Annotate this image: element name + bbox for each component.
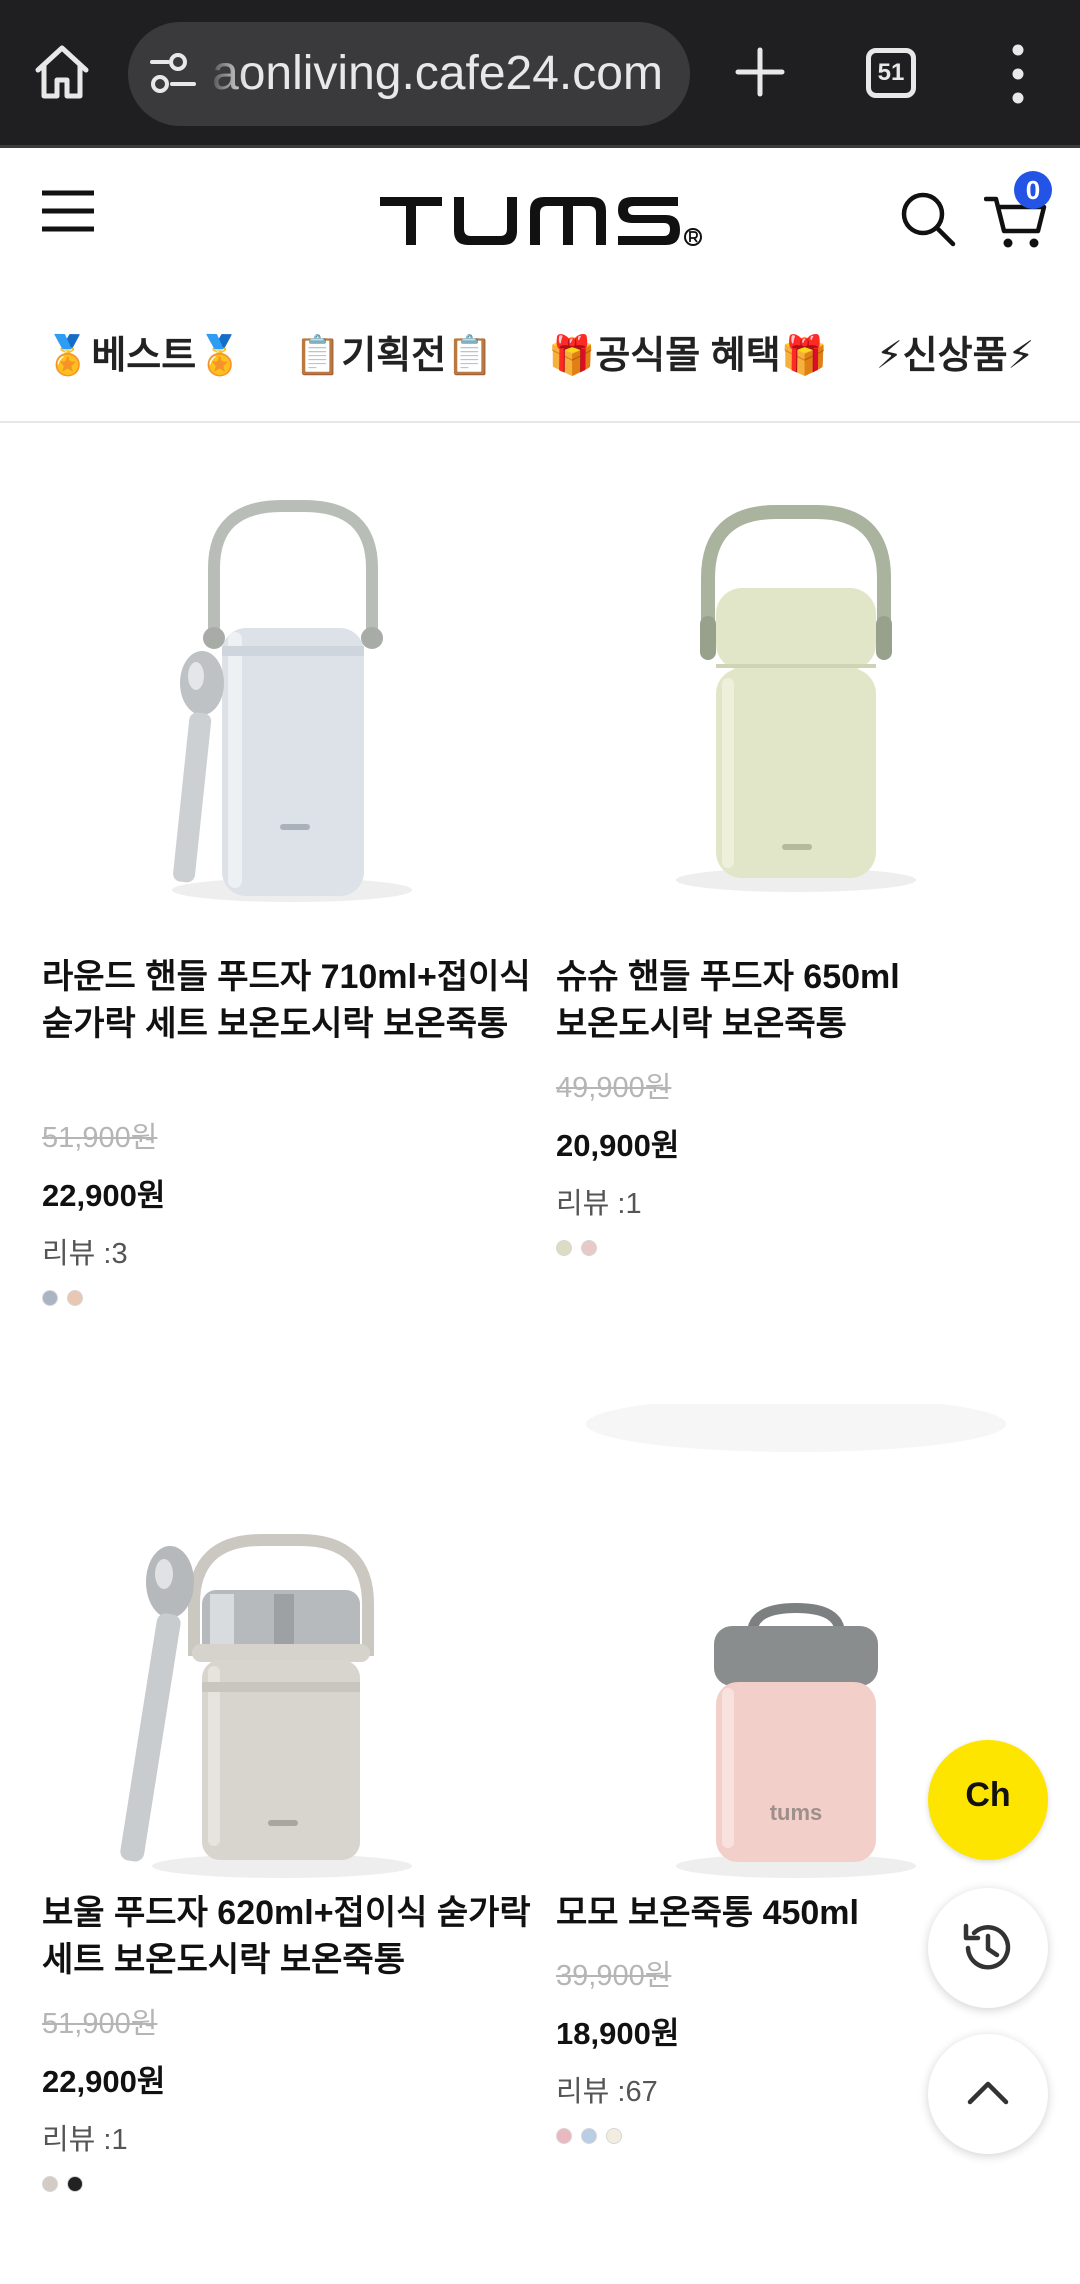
original-price: 51,900원 xyxy=(42,2008,158,2040)
color-swatch xyxy=(581,2128,597,2144)
url-text[interactable]: aonliving.cafe24.com xyxy=(212,46,672,102)
product-name[interactable]: 슈슈 핸들 푸드자 650ml 보온도시락 보온죽통 xyxy=(556,954,1046,1048)
review-count: 리뷰 :1 xyxy=(556,1188,642,1220)
scroll-to-top-button[interactable] xyxy=(928,2034,1048,2154)
tums-logo[interactable] xyxy=(378,191,704,251)
hamburger-menu-icon[interactable] xyxy=(40,189,96,233)
color-swatch xyxy=(67,1290,83,1306)
color-swatch xyxy=(42,1290,58,1306)
color-swatch xyxy=(581,1240,597,1256)
browser-toolbar: aonliving.cafe24.com 51 xyxy=(0,0,1080,148)
original-price: 51,900원 xyxy=(42,1122,158,1154)
product-card[interactable]: 보울 푸드자 620ml+접이식 숟가락 세트 보온도시락 보온죽통 51,90… xyxy=(42,1404,542,2264)
original-price: 39,900원 xyxy=(556,1960,672,1992)
product-image[interactable] xyxy=(42,468,542,948)
new-tab-icon[interactable] xyxy=(730,42,790,102)
review-count: 리뷰 :3 xyxy=(42,1238,128,1270)
category-nav: 🏅베스트🏅 📋기획전📋 🎁공식몰 혜택🎁 ⚡신상품⚡ xyxy=(0,285,1080,423)
product-image[interactable] xyxy=(556,468,1056,948)
color-swatch xyxy=(556,1240,572,1256)
sale-price: 22,900원 xyxy=(42,2064,166,2099)
color-swatch xyxy=(606,2128,622,2144)
product-card[interactable]: 라운드 핸들 푸드자 710ml+접이식 숟가락 세트 보온도시락 보온죽통 5… xyxy=(42,468,542,1328)
product-name[interactable]: 보울 푸드자 620ml+접이식 숟가락 세트 보온도시락 보온죽통 xyxy=(42,1890,532,1984)
product-card[interactable]: 슈슈 핸들 푸드자 650ml 보온도시락 보온죽통 49,900원 20,90… xyxy=(556,468,1056,1268)
category-benefits[interactable]: 🎁공식몰 혜택🎁 xyxy=(548,331,828,381)
sale-price: 18,900원 xyxy=(556,2016,680,2051)
review-count: 리뷰 :1 xyxy=(42,2124,128,2156)
color-swatches xyxy=(42,2176,92,2192)
kakao-chat-button[interactable]: Ch xyxy=(928,1740,1048,1860)
address-bar[interactable]: aonliving.cafe24.com xyxy=(128,22,690,126)
more-options-icon[interactable] xyxy=(1000,40,1036,108)
history-icon xyxy=(963,1923,1011,1970)
color-swatches xyxy=(556,1240,606,1256)
category-best[interactable]: 🏅베스트🏅 xyxy=(44,331,244,381)
thumb-brand-text: tums xyxy=(770,1800,823,1825)
site-settings-icon[interactable] xyxy=(150,52,198,96)
review-count: 리뷰 :67 xyxy=(556,2076,658,2108)
category-exhibition[interactable]: 📋기획전📋 xyxy=(294,331,494,381)
home-icon[interactable] xyxy=(30,40,94,104)
category-new[interactable]: ⚡신상품⚡ xyxy=(876,331,1034,381)
chevron-up-icon xyxy=(967,2081,1009,2105)
color-swatches xyxy=(556,2128,631,2144)
site-header: 0 xyxy=(0,151,1080,285)
color-swatch xyxy=(67,2176,83,2192)
url-fade xyxy=(206,22,246,126)
product-image[interactable] xyxy=(42,1404,542,1884)
original-price: 49,900원 xyxy=(556,1072,672,1104)
sale-price: 20,900원 xyxy=(556,1128,680,1163)
color-swatch xyxy=(556,2128,572,2144)
tab-switcher-button[interactable]: 51 xyxy=(866,48,916,98)
sale-price: 22,900원 xyxy=(42,1178,166,1213)
recent-viewed-button[interactable] xyxy=(928,1888,1048,2008)
color-swatch xyxy=(42,2176,58,2192)
cart-count-badge: 0 xyxy=(1014,171,1052,209)
chat-label: Ch xyxy=(965,1776,1011,1814)
product-name[interactable]: 라운드 핸들 푸드자 710ml+접이식 숟가락 세트 보온도시락 보온죽통 xyxy=(42,954,532,1048)
search-icon[interactable] xyxy=(900,191,956,247)
color-swatches xyxy=(42,1290,92,1306)
